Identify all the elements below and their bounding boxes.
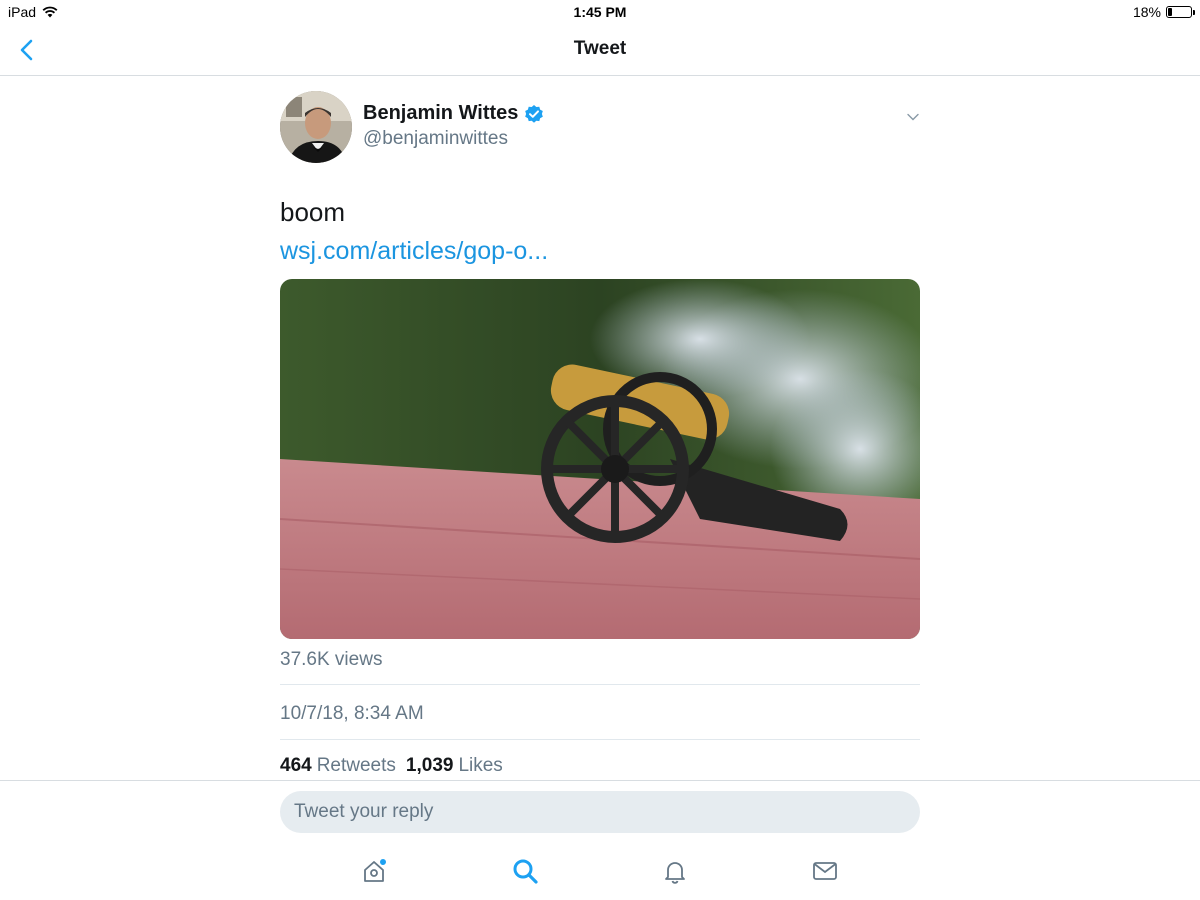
divider: [280, 739, 920, 740]
view-count: 37.6K views: [280, 649, 383, 670]
retweets-stat[interactable]: 464 Retweets: [280, 755, 396, 777]
nav-bar: Tweet: [0, 24, 1200, 76]
author-name-row[interactable]: Benjamin Wittes: [363, 102, 544, 125]
battery-fill: [1168, 8, 1172, 16]
reply-input[interactable]: [280, 791, 920, 833]
tweet-detail: Benjamin Wittes @benjaminwittes boom wsj…: [280, 76, 920, 776]
battery-icon: [1166, 6, 1195, 18]
tab-home[interactable]: [354, 853, 394, 889]
battery-percent: 18%: [1132, 4, 1161, 20]
reply-area: [0, 780, 1200, 900]
page-title: Tweet: [573, 38, 627, 59]
retweet-label: Retweets: [316, 755, 396, 776]
tweet-video[interactable]: [280, 279, 920, 639]
avatar-image: [280, 91, 352, 163]
divider: [280, 684, 920, 685]
like-count: 1,039: [405, 755, 454, 776]
likes-stat[interactable]: 1,039 Likes: [406, 755, 503, 777]
retweet-count: 464: [280, 755, 312, 776]
tab-messages[interactable]: [805, 853, 845, 889]
like-label: Likes: [458, 755, 503, 776]
tab-bar: [0, 853, 1200, 893]
tab-search[interactable]: [505, 853, 545, 889]
avatar[interactable]: [280, 91, 352, 163]
tweet-text: boom: [280, 197, 346, 227]
author-name: Benjamin Wittes: [363, 102, 519, 124]
home-icon: [364, 859, 386, 882]
tweet-timestamp: 10/7/18, 8:34 AM: [280, 703, 424, 724]
tweet-link[interactable]: wsj.com/articles/gop-o...: [280, 237, 548, 266]
status-bar: iPad 1:45 PM 18%: [0, 0, 1200, 24]
tab-notifications[interactable]: [655, 853, 695, 889]
status-time: 1:45 PM: [573, 4, 627, 20]
notifications-icon: [665, 862, 685, 884]
status-right: 18%: [1132, 4, 1195, 20]
verified-badge-icon: [525, 104, 544, 123]
messages-icon: [813, 862, 837, 880]
author-handle[interactable]: @benjaminwittes: [363, 128, 508, 150]
chevron-down-icon[interactable]: [906, 110, 920, 124]
tweet-author: Benjamin Wittes @benjaminwittes: [280, 76, 920, 176]
tweet-stats: 464 Retweets 1,039 Likes: [280, 755, 513, 777]
search-icon: [513, 859, 538, 884]
cannon-video-frame: [280, 279, 920, 639]
